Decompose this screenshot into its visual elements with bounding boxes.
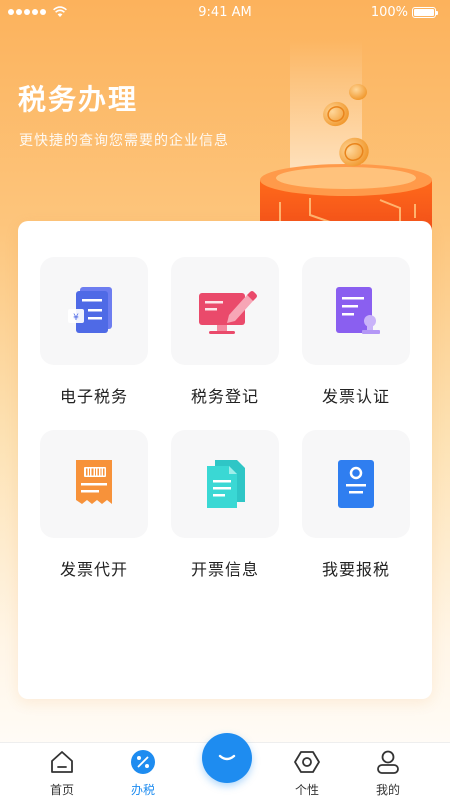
chat-button[interactable] [202, 733, 252, 783]
icon-tile [302, 430, 410, 538]
service-label: 发票代开 [59, 560, 128, 579]
service-card: ¥ 电子税务 税务登记 发票认证 发票代开 开票信息 我要报税 [18, 221, 432, 699]
service-tax-registration[interactable]: 税务登记 [160, 257, 290, 407]
receipt-icon [76, 460, 112, 504]
icon-tile [171, 430, 279, 538]
tab-mine[interactable]: 我的 [358, 749, 418, 798]
invoice-files-icon [207, 460, 245, 508]
icon-tile [40, 430, 148, 538]
service-label: 电子税务 [59, 387, 128, 406]
service-label: 开票信息 [190, 560, 259, 579]
service-electronic-tax[interactable]: ¥ 电子税务 [29, 257, 159, 407]
percent-icon [131, 750, 155, 774]
service-billing-info[interactable]: 开票信息 [160, 430, 290, 580]
monitor-pen-icon [199, 291, 257, 334]
icon-tile [171, 257, 279, 365]
icon-tile: ¥ [40, 257, 148, 365]
wifi-icon [53, 6, 67, 17]
tab-personal[interactable]: 个性 [277, 749, 337, 798]
user-icon [377, 750, 399, 774]
coins-illustration [260, 40, 432, 230]
svg-text:¥: ¥ [73, 313, 79, 323]
icon-tile [302, 257, 410, 365]
tax-report-icon [338, 460, 374, 508]
tab-label: 办税 [130, 783, 155, 797]
status-bar: 9:41 AM 100% [0, 0, 450, 24]
tab-label: 我的 [375, 783, 400, 797]
service-label: 我要报税 [321, 560, 390, 579]
battery-percent: 100% [370, 4, 408, 20]
page-subtitle: 更快捷的查询您需要的企业信息 [19, 133, 229, 149]
battery-icon [412, 6, 438, 18]
tab-label: 个性 [294, 783, 319, 797]
service-file-tax-return[interactable]: 我要报税 [291, 430, 421, 580]
signal-dots-icon [8, 9, 46, 15]
hexagon-icon [294, 751, 320, 773]
signal-indicator [8, 6, 67, 18]
chat-icon [218, 754, 236, 761]
service-label: 发票认证 [321, 387, 390, 406]
service-invoice-issuance[interactable]: 发票代开 [29, 430, 159, 580]
tax-documents-icon: ¥ [68, 287, 112, 333]
tab-tax[interactable]: 办税 [113, 749, 173, 798]
home-icon [51, 751, 73, 773]
page-title: 税务办理 [18, 83, 139, 116]
tab-label: 首页 [49, 783, 74, 797]
certified-document-icon [336, 287, 380, 334]
service-invoice-certification[interactable]: 发票认证 [291, 257, 421, 407]
service-label: 税务登记 [190, 387, 259, 406]
tab-home[interactable]: 首页 [32, 749, 92, 798]
